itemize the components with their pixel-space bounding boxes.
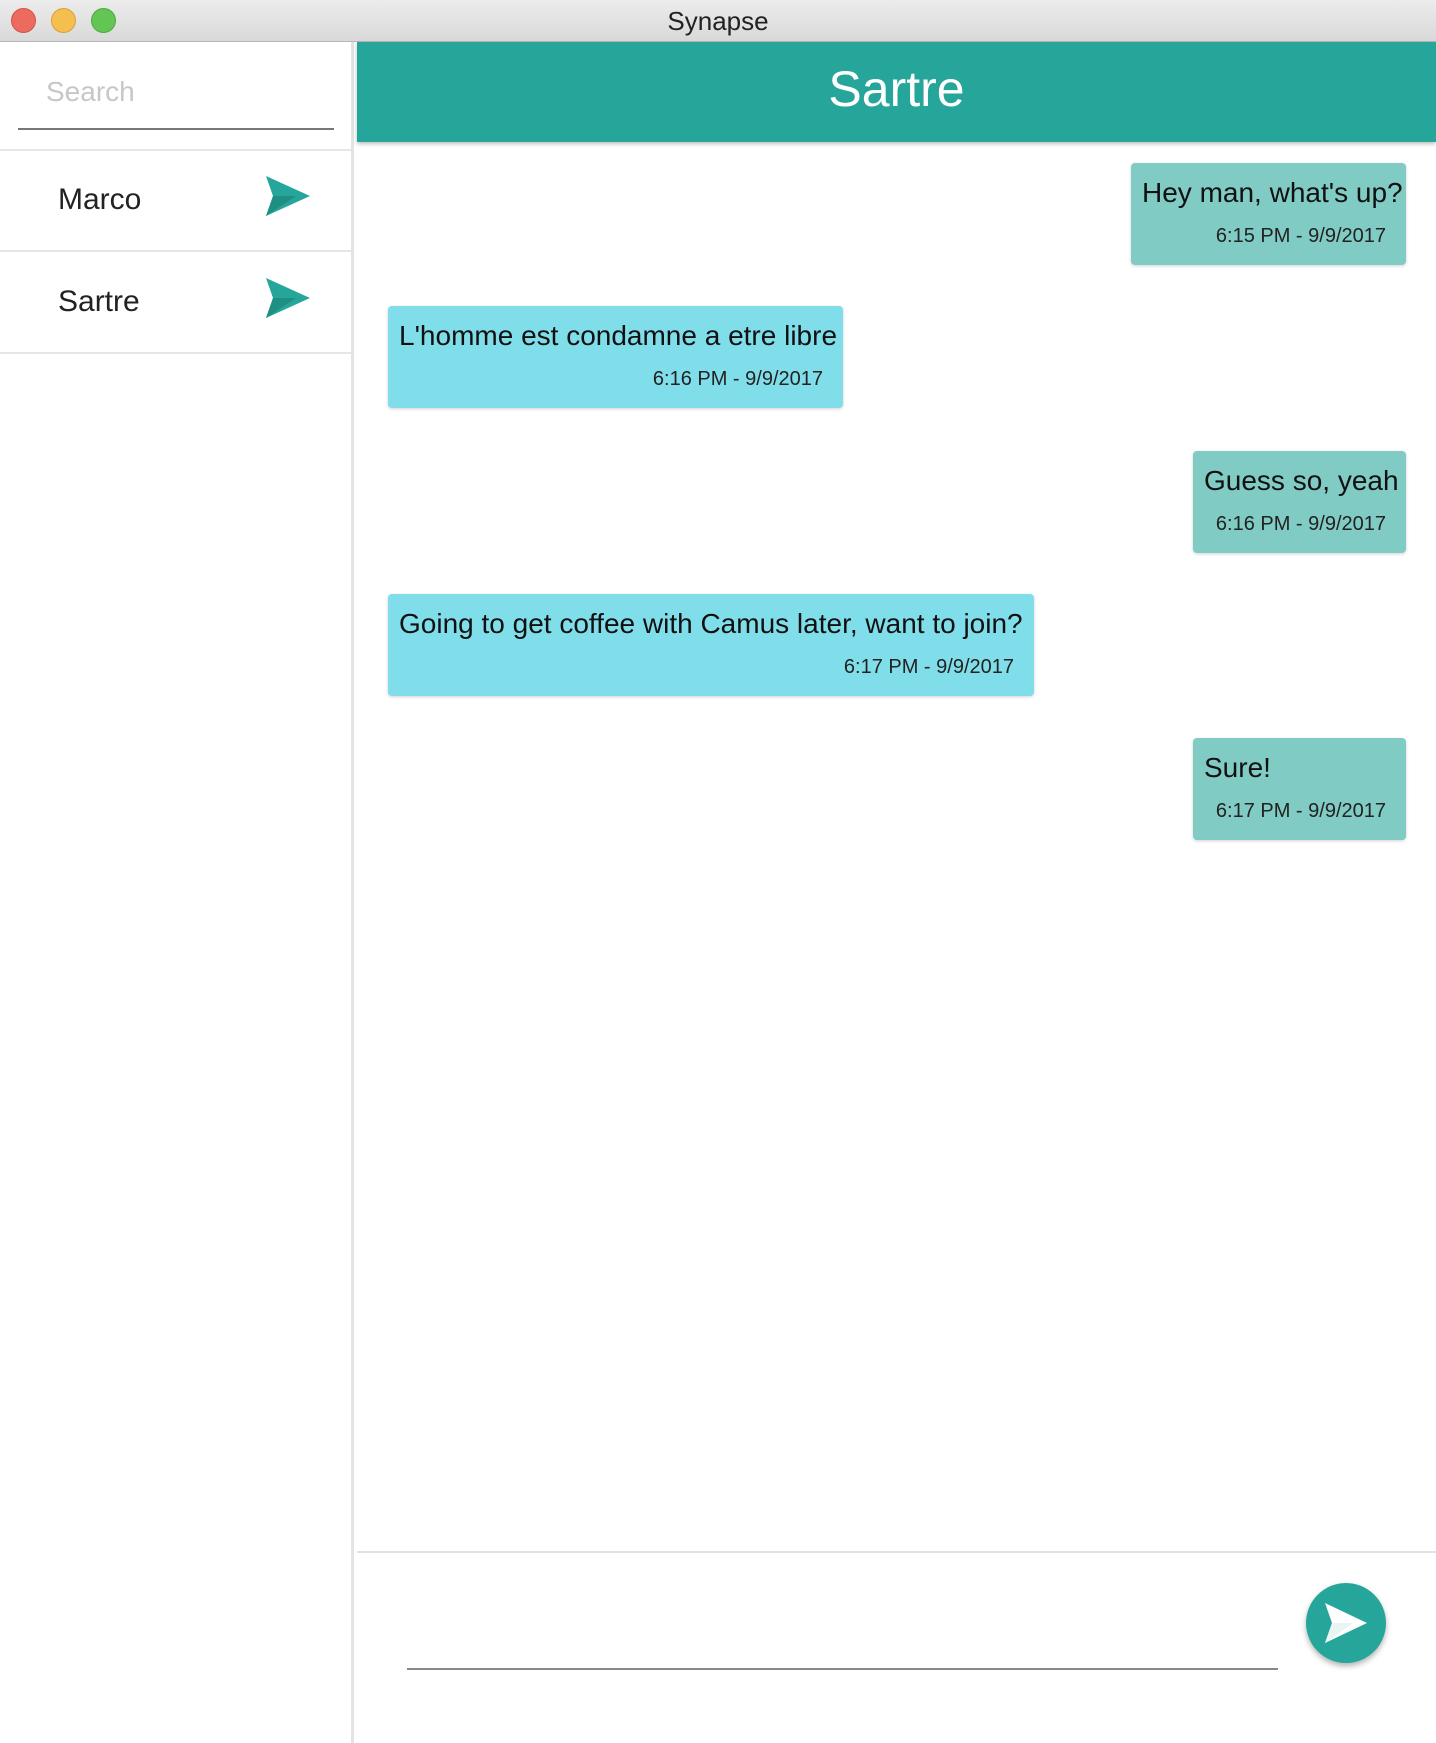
send-icon — [1325, 1603, 1367, 1643]
message-timestamp: 6:17 PM - 9/9/2017 — [1215, 800, 1386, 822]
message-timestamp: 6:16 PM - 9/9/2017 — [652, 368, 823, 390]
contact-name: Marco — [58, 183, 142, 216]
sidebar: Marco Sartre — [0, 42, 354, 1743]
send-message-button[interactable] — [1306, 1583, 1386, 1663]
chat-header: Sartre — [357, 42, 1436, 142]
message-bubble-outgoing: Hey man, what's up? 6:15 PM - 9/9/2017 — [1131, 163, 1406, 265]
send-icon — [266, 176, 310, 216]
message-input[interactable] — [407, 1620, 1267, 1660]
chat-panel: Sartre Hey man, what's up? 6:15 PM - 9/9… — [357, 42, 1436, 1743]
message-bubble-outgoing: Guess so, yeah 6:16 PM - 9/9/2017 — [1193, 451, 1406, 553]
message-bubble-outgoing: Sure! 6:17 PM - 9/9/2017 — [1193, 738, 1406, 840]
message-text: Guess so, yeah — [1204, 465, 1399, 496]
message-text: L'homme est condamne a etre libre — [399, 320, 838, 351]
contact-name: Sartre — [58, 285, 140, 318]
contact-item-sartre[interactable]: Sartre — [0, 253, 351, 354]
contact-item-marco[interactable]: Marco — [0, 151, 351, 252]
message-bubble-incoming: Going to get coffee with Camus later, wa… — [388, 594, 1034, 696]
composer-divider — [357, 1551, 1436, 1553]
message-timestamp: 6:17 PM - 9/9/2017 — [843, 656, 1014, 678]
search-field — [18, 64, 334, 130]
message-timestamp: 6:16 PM - 9/9/2017 — [1215, 513, 1386, 535]
window-title: Synapse — [667, 6, 769, 36]
composer-field — [407, 1602, 1278, 1670]
message-bubble-incoming: L'homme est condamne a etre libre 6:16 P… — [388, 306, 843, 408]
message-text: Hey man, what's up? — [1142, 177, 1403, 208]
search-input[interactable] — [46, 72, 316, 112]
chat-title: Sartre — [828, 61, 965, 117]
message-text: Sure! — [1204, 752, 1271, 783]
send-icon — [266, 278, 310, 318]
message-timestamp: 6:15 PM - 9/9/2017 — [1215, 225, 1386, 247]
window-titlebar: Synapse — [0, 0, 1436, 42]
message-text: Going to get coffee with Camus later, wa… — [399, 608, 1023, 639]
